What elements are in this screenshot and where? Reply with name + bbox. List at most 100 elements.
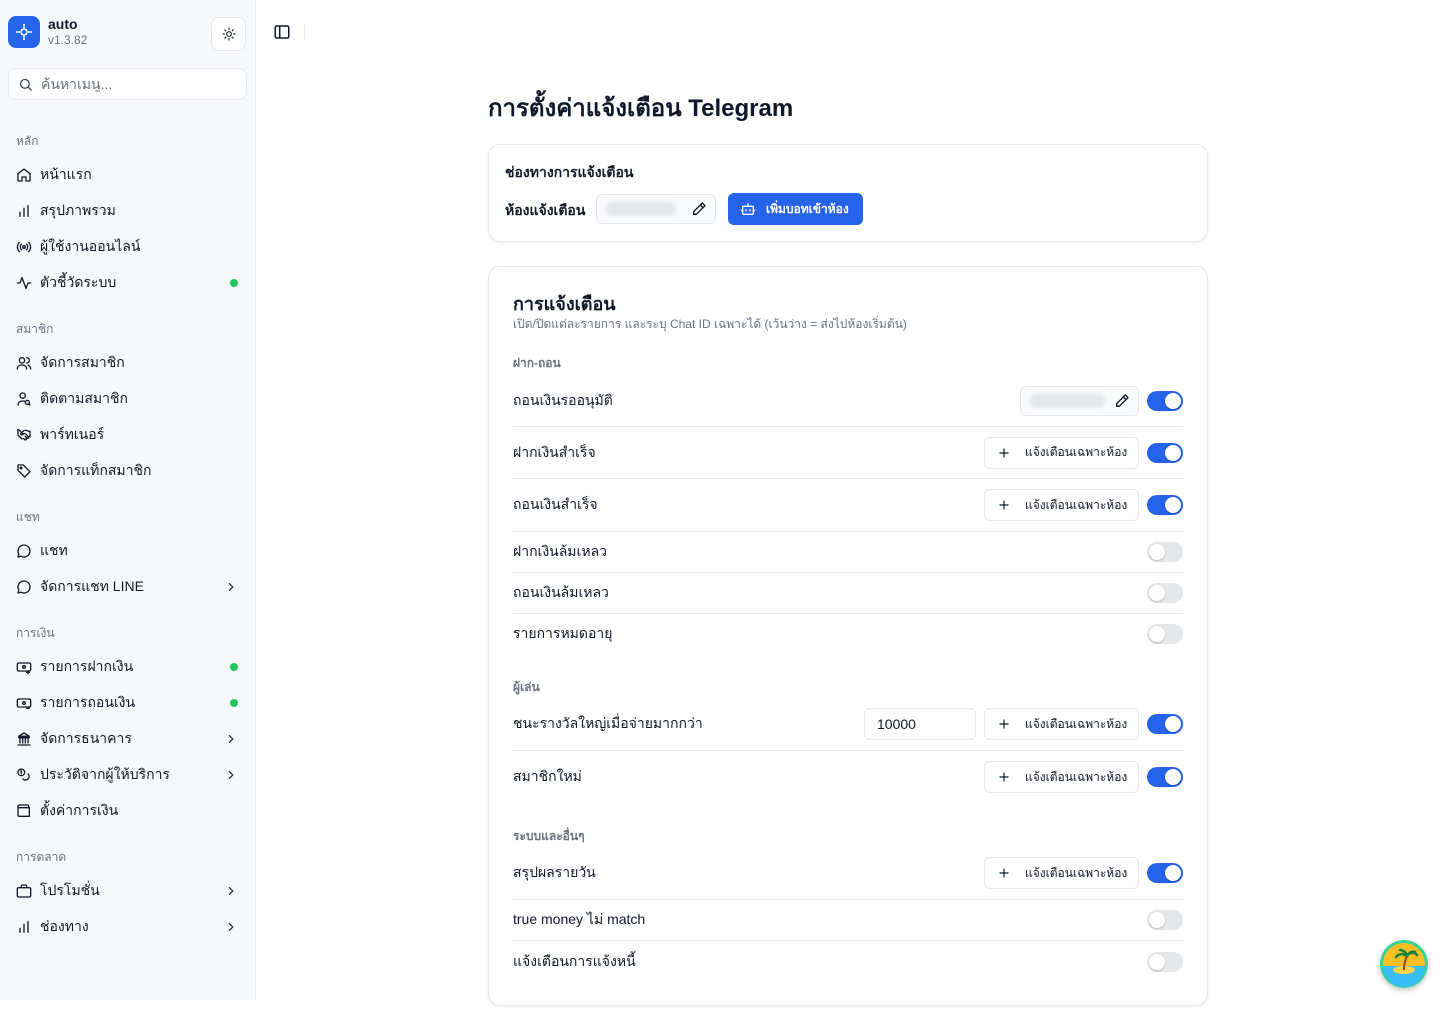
group-label-system: ระบบและอื่นๆ: [513, 829, 585, 843]
sidebar-item-chat[interactable]: แชท: [8, 536, 248, 566]
brand[interactable]: auto v1.3.82: [8, 16, 87, 48]
plus-icon: [999, 719, 1009, 729]
floating-avatar-button[interactable]: [1380, 940, 1428, 988]
sidebar-item-label: สรุปภาพรวม: [40, 202, 116, 218]
sidebar-item-overview[interactable]: สรุปภาพรวม: [8, 196, 248, 226]
chat-id-field[interactable]: [1020, 385, 1139, 416]
group-label-player: ผู้เล่น: [513, 680, 540, 694]
sidebar-item-label: รายการถอนเงิน: [40, 694, 136, 710]
plus-icon: [999, 772, 1009, 782]
app-name: auto: [48, 16, 78, 32]
bot-icon: [740, 203, 756, 215]
sidebar-item-finance-settings[interactable]: ตั้งค่าการเงิน: [8, 796, 248, 826]
home-icon: [16, 167, 32, 183]
notify-row-label: ถอนเงินล้มเหลว: [513, 584, 609, 600]
sidebar-item-label: ตัวชี้วัดระบบ: [40, 274, 117, 290]
sidebar-item-label: ติดตามสมาชิก: [40, 390, 128, 406]
toggle-knob: [1149, 626, 1165, 642]
notify-row-label: ชนะรางวัลใหญ่เมื่อจ่ายมากกว่า: [513, 715, 703, 731]
notify-row: แจ้งเตือนการแจ้งหนี้: [513, 941, 1183, 982]
user-search-icon: [16, 391, 32, 407]
notify-toggle[interactable]: [1147, 495, 1183, 515]
coins-icon: [16, 767, 32, 783]
notify-toggle[interactable]: [1147, 951, 1183, 972]
sidebar-item-label: จัดการธนาคาร: [40, 730, 132, 746]
wallet-icon: [16, 803, 32, 819]
room-specific-button[interactable]: แจ้งเตือนเฉพาะห้อง: [984, 489, 1139, 521]
room-specific-button[interactable]: แจ้งเตือนเฉพาะห้อง: [984, 436, 1139, 469]
channel-card-title: ช่องทางการแจ้งเตือน: [505, 164, 634, 180]
app-logo-icon: [8, 16, 40, 48]
sidebar-item-channels[interactable]: ช่องทาง: [8, 912, 248, 942]
notify-row: ถอนเงินรออนุมัติ: [513, 375, 1183, 427]
notify-toggle[interactable]: [1147, 863, 1183, 883]
notify-row-label: ฝากเงินสำเร็จ: [513, 443, 596, 460]
notify-toggle[interactable]: [1147, 910, 1183, 930]
bar-chart-icon: [16, 203, 32, 219]
sidebar-item-promotions[interactable]: โปรโมชั่น: [8, 876, 248, 906]
money-out-icon: [16, 695, 32, 711]
status-dot: [230, 699, 238, 707]
sidebar-toggle-button[interactable]: [272, 22, 292, 42]
promo-icon: [16, 883, 32, 899]
search-input[interactable]: [41, 76, 231, 92]
jackpot-threshold-input[interactable]: [864, 708, 976, 740]
plus-icon: [999, 500, 1009, 510]
notify-row: ฝากเงินล้มเหลว: [513, 532, 1183, 573]
sidebar: auto v1.3.82 หลัก หน้าแรก สรุปภาพรวม ผู้…: [0, 0, 256, 1000]
toggle-knob: [1149, 585, 1165, 601]
notifications-card: การแจ้งเตือน เปิด/ปิดแต่ละรายการ และระบุ…: [488, 266, 1208, 1006]
sun-icon: [222, 27, 235, 41]
notify-row-label: ฝากเงินล้มเหลว: [513, 543, 607, 559]
notify-row-label: ถอนเงินสำเร็จ: [513, 496, 598, 512]
notify-toggle[interactable]: [1147, 442, 1183, 463]
notify-toggle[interactable]: [1147, 583, 1183, 603]
sidebar-item-online-users[interactable]: ผู้ใช้งานออนไลน์: [8, 232, 248, 262]
chevron-right-icon: [224, 920, 238, 934]
topbar-divider: [304, 24, 305, 40]
sidebar-item-member-tags[interactable]: จัดการแท็กสมาชิก: [8, 456, 248, 486]
bank-icon: [16, 731, 32, 747]
sidebar-item-manage-members[interactable]: จัดการสมาชิก: [8, 348, 248, 378]
sidebar-item-label: ช่องทาง: [40, 918, 89, 934]
notify-toggle[interactable]: [1147, 542, 1183, 562]
activity-icon: [16, 275, 32, 291]
pencil-icon[interactable]: [1114, 393, 1130, 409]
notify-row: ชนะรางวัลใหญ่เมื่อจ่ายมากกว่า แจ้งเตือนเ…: [513, 698, 1183, 751]
island-avatar-icon: [1380, 940, 1428, 988]
sidebar-item-partners[interactable]: พาร์ทเนอร์: [8, 420, 248, 450]
room-specific-button[interactable]: แจ้งเตือนเฉพาะห้อง: [984, 708, 1139, 740]
sidebar-item-label: จัดการสมาชิก: [40, 354, 125, 370]
toggle-knob: [1149, 912, 1165, 928]
sidebar-item-track-members[interactable]: ติดตามสมาชิก: [8, 384, 248, 414]
chevron-right-icon: [224, 732, 238, 746]
pencil-icon[interactable]: [691, 201, 707, 217]
default-chat-id-field[interactable]: [596, 194, 716, 224]
tag-icon: [16, 463, 32, 479]
page-title: การตั้งค่าแจ้งเตือน Telegram: [488, 95, 794, 122]
sidebar-item-line-chat[interactable]: จัดการแชท LINE: [8, 572, 248, 602]
room-specific-button[interactable]: แจ้งเตือนเฉพาะห้อง: [984, 857, 1139, 889]
sidebar-item-home[interactable]: หน้าแรก: [8, 160, 248, 190]
sidebar-item-system-metrics[interactable]: ตัวชี้วัดระบบ: [8, 268, 248, 298]
room-specific-button-label: แจ้งเตือนเฉพาะห้อง: [1025, 769, 1128, 784]
sidebar-item-withdrawals[interactable]: รายการถอนเงิน: [8, 688, 248, 718]
sidebar-item-label: แชท: [40, 542, 68, 558]
sidebar-item-banks[interactable]: จัดการธนาคาร: [8, 724, 248, 754]
channel-card: ช่องทางการแจ้งเตือน ห้องแจ้งเตือน เพิ่มบ…: [488, 144, 1208, 242]
notify-toggle[interactable]: [1147, 390, 1183, 411]
sidebar-item-label: ผู้ใช้งานออนไลน์: [40, 238, 141, 254]
sidebar-item-label: พาร์ทเนอร์: [40, 426, 105, 442]
notify-toggle[interactable]: [1147, 767, 1183, 787]
sidebar-item-provider-history[interactable]: ประวัติจากผู้ให้บริการ: [8, 760, 248, 790]
section-label-members: สมาชิก: [16, 322, 54, 336]
toggle-knob: [1165, 444, 1181, 461]
sidebar-item-deposits[interactable]: รายการฝากเงิน: [8, 652, 248, 682]
add-bot-button[interactable]: เพิ่มบอทเข้าห้อง: [728, 193, 863, 225]
sidebar-item-label: โปรโมชั่น: [40, 882, 100, 898]
sidebar-item-label: จัดการแท็กสมาชิก: [40, 462, 152, 478]
notify-toggle[interactable]: [1147, 624, 1183, 644]
room-specific-button[interactable]: แจ้งเตือนเฉพาะห้อง: [984, 761, 1139, 793]
notify-toggle[interactable]: [1147, 714, 1183, 734]
theme-toggle-button[interactable]: [211, 17, 246, 51]
